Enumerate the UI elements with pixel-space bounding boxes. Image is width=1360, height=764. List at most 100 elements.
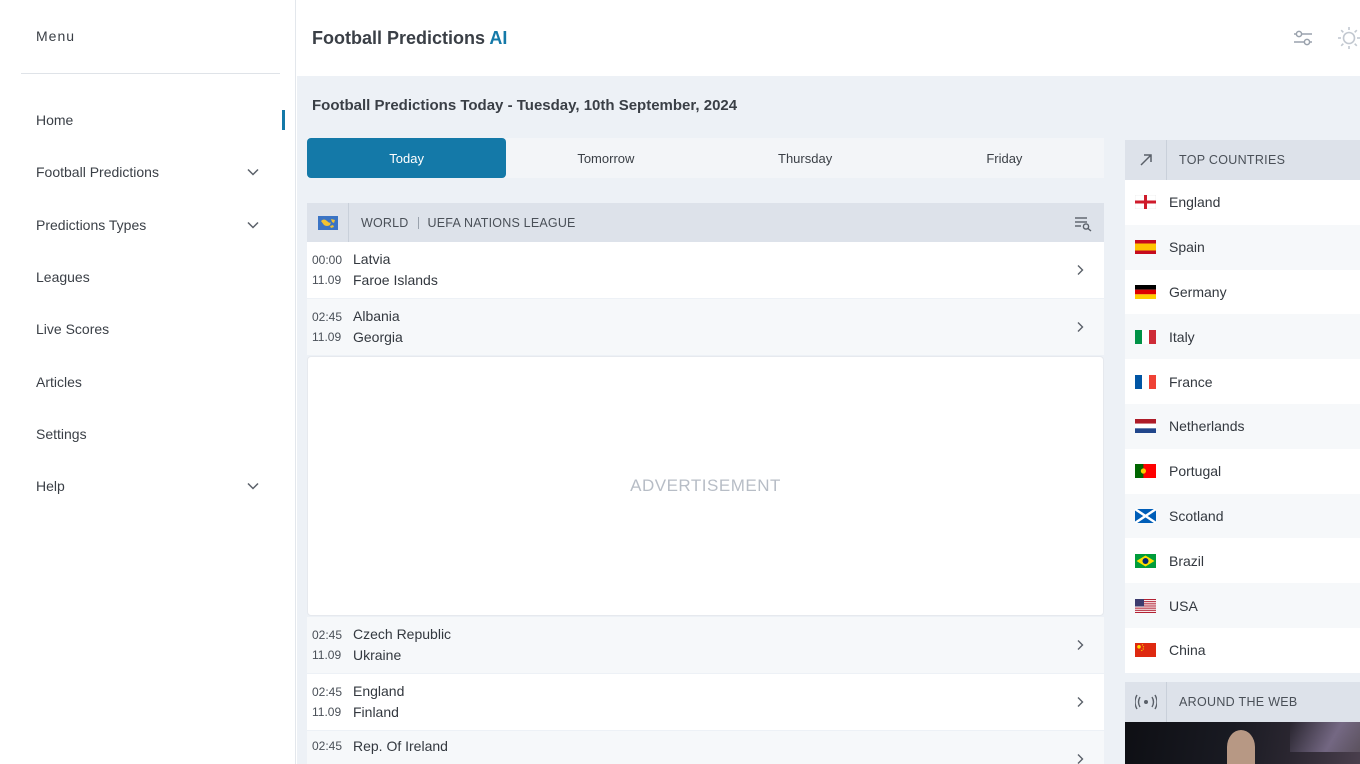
home-team: England [353,683,405,699]
france-flag-icon [1135,374,1156,389]
menu-title: Menu [36,28,76,44]
tab-today[interactable]: Today [307,138,507,178]
around-web-panel: AROUND THE WEB [1125,682,1360,764]
spain-flag-icon [1135,240,1156,255]
match-row[interactable]: 02:45 11.09 Albania Georgia [307,299,1104,355]
country-name: Italy [1169,328,1195,345]
match-time: 02:45 [312,739,343,753]
around-web-image[interactable] [1125,722,1360,764]
tab-friday[interactable]: Friday [905,138,1104,178]
country-item-italy[interactable]: Italy [1125,314,1360,360]
chevron-right-icon[interactable] [1074,753,1086,764]
scotland-flag-icon [1135,508,1156,523]
tab-thursday[interactable]: Thursday [706,138,905,178]
sidebar-item-football-predictions[interactable]: Football Predictions [0,146,296,198]
country-name: Brazil [1169,552,1205,569]
league-region: WORLD [361,215,409,230]
top-header: Football Predictions AI [297,0,1360,76]
image-glow [1290,722,1360,752]
day-tabs: Today Tomorrow Thursday Friday [307,138,1104,178]
away-team: Ukraine [353,647,402,663]
country-name: USA [1169,597,1198,614]
match-date: 11.09 [312,330,342,344]
tab-tomorrow[interactable]: Tomorrow [506,138,705,178]
chevron-right-icon[interactable] [1074,264,1086,276]
league-separator [417,216,419,229]
country-name: Portugal [1169,463,1222,480]
sidebar-item-settings[interactable]: Settings [0,408,296,460]
top-countries-title: TOP COUNTRIES [1179,153,1286,167]
match-datetime: 02:45 11.09 [307,625,353,665]
country-name: Scotland [1169,507,1224,524]
match-datetime: 02:45 11.09 [307,307,353,347]
list-search-icon[interactable] [1074,214,1092,232]
country-item-england[interactable]: England [1125,180,1360,225]
away-team: Finland [353,704,399,720]
germany-flag-icon [1135,284,1156,299]
menu-divider [21,73,280,74]
home-team: Latvia [353,251,391,267]
home-team: Rep. Of Ireland [353,738,448,754]
match-date: 11.09 [312,648,342,662]
country-item-germany[interactable]: Germany [1125,269,1360,315]
country-item-brazil[interactable]: Brazil [1125,538,1360,584]
portugal-flag-icon [1135,464,1156,479]
away-team: Faroe Islands [353,272,438,288]
sidebar-item-articles[interactable]: Articles [0,355,296,407]
sidebar-item-help[interactable]: Help [0,460,296,512]
around-web-header: AROUND THE WEB [1125,682,1360,722]
sidebar-item-home[interactable]: Home [0,94,296,146]
chevron-right-icon[interactable] [1074,696,1086,708]
match-row[interactable]: 02:45 11.09 Czech Republic Ukraine [307,617,1104,673]
match-teams: Rep. Of Ireland [353,736,448,757]
brand-name: Football Predictions [312,28,486,48]
trending-arrow-icon [1125,140,1167,180]
active-indicator [282,110,285,130]
sidebar-item-predictions-types[interactable]: Predictions Types [0,199,296,251]
chevron-right-icon[interactable] [1074,639,1086,651]
settings-sliders-icon[interactable] [1291,26,1315,50]
chevron-right-icon[interactable] [1074,321,1086,333]
country-name: England [1169,194,1221,211]
country-name: Spain [1169,239,1205,256]
country-item-france[interactable]: France [1125,359,1360,404]
sidebar-item-label: Home [36,112,74,129]
country-name: France [1169,373,1213,390]
match-teams: Albania Georgia [353,306,403,348]
home-team: Albania [353,308,400,324]
country-item-spain[interactable]: Spain [1125,224,1360,270]
chevron-down-icon[interactable] [246,479,260,493]
brand-logo[interactable]: Football Predictions AI [312,28,507,49]
match-row[interactable]: 02:45 11.09 England Finland [307,674,1104,730]
brand-accent: AI [489,28,508,48]
match-row[interactable]: 02:45 Rep. Of Ireland [307,731,1104,764]
match-row[interactable]: 00:00 11.09 Latvia Faroe Islands [307,242,1104,298]
top-countries-panel: TOP COUNTRIES England Spain Germany Ital… [1125,140,1360,673]
country-item-scotland[interactable]: Scotland [1125,493,1360,539]
sidebar-item-label: Live Scores [36,321,110,338]
match-datetime: 02:45 [307,736,353,756]
netherlands-flag-icon [1135,419,1156,434]
country-item-usa[interactable]: USA [1125,583,1360,628]
match-time: 02:45 [312,685,343,699]
match-time: 02:45 [312,310,343,324]
match-datetime: 02:45 11.09 [307,682,353,722]
country-name: Netherlands [1169,418,1245,435]
match-date: 11.09 [312,705,342,719]
country-name: Germany [1169,283,1227,300]
country-item-netherlands[interactable]: Netherlands [1125,403,1360,449]
home-team: Czech Republic [353,626,452,642]
advertisement-slot[interactable]: ADVERTISEMENT [307,356,1104,616]
broadcast-icon [1125,682,1167,722]
chevron-down-icon[interactable] [246,218,260,232]
country-item-portugal[interactable]: Portugal [1125,448,1360,494]
sidebar-item-live-scores[interactable]: Live Scores [0,303,296,355]
around-web-title: AROUND THE WEB [1179,695,1298,709]
chevron-down-icon[interactable] [246,165,260,179]
sidebar-item-label: Leagues [36,269,90,286]
match-date: 11.09 [312,273,342,287]
league-header[interactable]: WORLD UEFA NATIONS LEAGUE [307,203,1104,242]
country-item-china[interactable]: China [1125,627,1360,673]
sidebar-item-leagues[interactable]: Leagues [0,251,296,303]
theme-sun-icon[interactable] [1337,26,1360,50]
